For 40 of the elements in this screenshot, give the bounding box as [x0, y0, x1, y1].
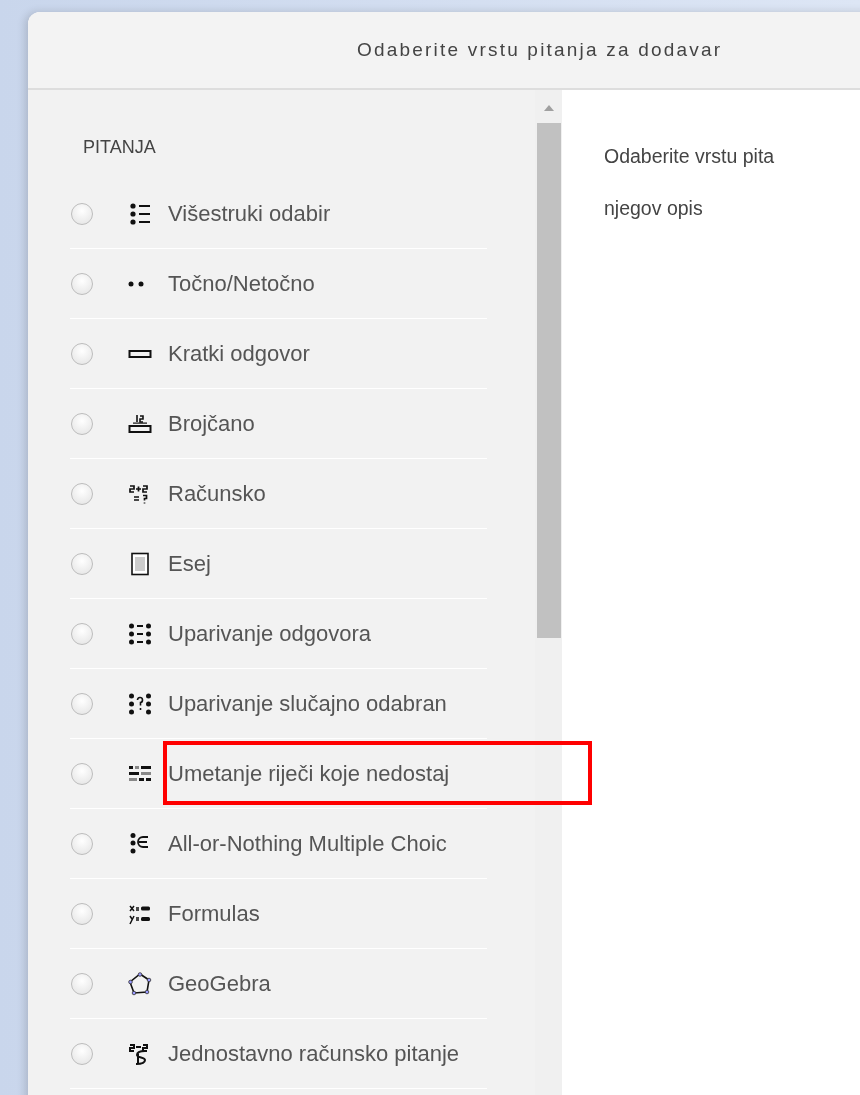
question-type-label[interactable]: Esej: [168, 550, 211, 577]
radio-button[interactable]: [71, 1042, 93, 1065]
scrollbar[interactable]: [535, 90, 562, 1095]
dialog-title: Odaberite vrstu pitanja za dodavar: [357, 39, 723, 61]
question-type-label[interactable]: Višestruki odabir: [168, 200, 331, 227]
radio-button[interactable]: [71, 272, 93, 295]
document-icon: [128, 551, 152, 576]
list-icon: [128, 201, 152, 226]
question-type-label[interactable]: Točno/Netočno: [168, 270, 315, 297]
description-text: Odaberite vrstu pita: [604, 145, 776, 169]
radio-button[interactable]: [71, 412, 93, 435]
radio-button[interactable]: [71, 552, 93, 575]
question-type-label[interactable]: Računsko: [168, 480, 266, 507]
question-type-label[interactable]: Uparivanje odgovora: [168, 620, 372, 647]
question-type-label[interactable]: GeoGebra: [168, 970, 271, 997]
question-type-label[interactable]: Uparivanje slučajno odabran: [168, 690, 447, 717]
radio-button[interactable]: [71, 832, 93, 855]
matching-icon: [128, 621, 152, 646]
radio-button[interactable]: [71, 622, 93, 645]
dots-icon: [128, 280, 144, 287]
radio-button[interactable]: [71, 482, 93, 505]
question-type-label[interactable]: All-or-Nothing Multiple Choic: [168, 830, 447, 857]
question-type-label[interactable]: Brojčano: [168, 410, 255, 437]
radio-button[interactable]: [71, 902, 93, 925]
question-type-label[interactable]: Jednostavno računsko pitanje: [168, 1040, 460, 1067]
section-heading: PITANJA: [83, 137, 157, 159]
description-text: njegov opis: [604, 197, 704, 221]
scroll-up-icon[interactable]: [543, 105, 554, 111]
text-field-icon: [128, 349, 152, 358]
radio-button[interactable]: [71, 972, 93, 995]
scrollbar-thumb[interactable]: [536, 123, 561, 638]
random-matching-icon: [128, 691, 152, 716]
question-type-label[interactable]: Kratki odgovor: [168, 340, 310, 367]
radio-button[interactable]: [71, 692, 93, 715]
radio-button[interactable]: [71, 202, 93, 225]
pentagon-icon: [128, 971, 152, 996]
question-type-label[interactable]: Umetanje riječi koje nedostaj: [168, 760, 450, 787]
question-type-label[interactable]: Formulas: [168, 900, 260, 927]
radio-button[interactable]: [71, 762, 93, 785]
radio-button[interactable]: [71, 342, 93, 365]
